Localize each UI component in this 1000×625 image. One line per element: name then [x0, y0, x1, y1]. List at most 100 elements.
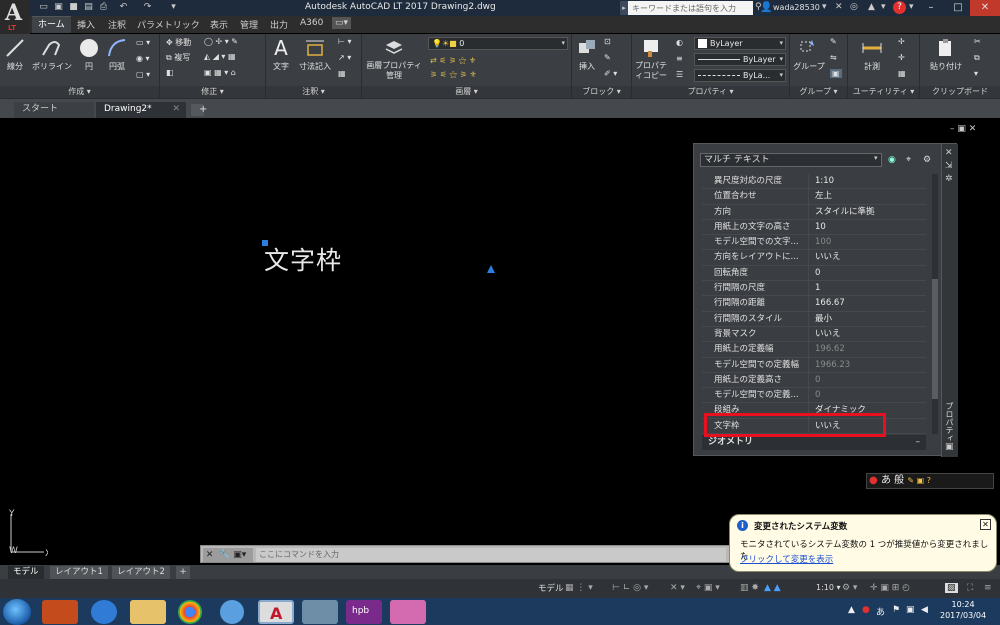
network-icon[interactable]: ▣ — [906, 605, 915, 615]
search-input[interactable]: キーワードまたは語句を入力 — [628, 1, 753, 15]
workspace-gear-icon[interactable]: ⚙ ▾ — [842, 583, 857, 593]
property-value[interactable]: 0 — [815, 373, 820, 388]
snap-icon[interactable]: ⊢ ∟ ◎ ▾ — [612, 583, 648, 593]
tab-manage[interactable]: 管理 — [240, 18, 258, 31]
property-value[interactable]: 左上 — [815, 189, 832, 204]
property-value[interactable]: 1 — [815, 281, 820, 296]
a360-icon[interactable]: ▲ — [868, 2, 875, 12]
property-value[interactable]: 1:10 — [815, 174, 834, 189]
connect-icon[interactable]: ◎ — [850, 2, 858, 12]
leader-icon[interactable]: ↗ ▾ — [338, 53, 351, 62]
print-icon[interactable]: ⎙ — [98, 2, 109, 13]
undo-icon[interactable]: ↶ — [118, 2, 129, 13]
move-button[interactable]: ✥ 移動 — [166, 37, 191, 48]
property-row[interactable]: モデル空間での定義... 0 — [702, 388, 926, 404]
status-tools-icons[interactable]: ✛ ▣ ⊞ ◴ — [870, 583, 910, 593]
create-block-icon[interactable]: ⊡ — [604, 37, 611, 46]
select-objects-icon[interactable]: ⌖ — [906, 155, 917, 166]
property-row[interactable]: 方向 スタイルに準拠 — [702, 204, 926, 220]
property-value[interactable]: スタイルに準拠 — [815, 205, 875, 220]
property-row[interactable]: 回転角度 0 — [702, 265, 926, 282]
clock[interactable]: 10:24 2017/03/04 — [940, 599, 986, 621]
chrome-icon[interactable] — [178, 600, 202, 624]
edit-block-icon[interactable]: ✎ — [604, 53, 611, 62]
lineweight-dropdown[interactable]: ByLayer — [694, 53, 786, 66]
tab-parametric[interactable]: パラメトリック — [137, 18, 200, 31]
palette-settings-icon[interactable]: ✲ — [945, 174, 953, 184]
balloon-close-button[interactable]: ✕ — [980, 519, 991, 530]
circle-button[interactable]: 円 — [76, 37, 102, 72]
ribbon-options-icon[interactable]: ▭▾ — [332, 17, 352, 29]
internet-explorer-icon[interactable] — [91, 600, 117, 624]
exchange-apps-icon[interactable]: ✕ — [835, 2, 843, 12]
autocad-taskbar-icon[interactable]: A — [258, 600, 294, 624]
hpb-icon[interactable]: hpb — [346, 600, 382, 624]
text-button[interactable]: A 文字 — [268, 37, 294, 72]
app-icon[interactable] — [390, 600, 426, 624]
property-value[interactable]: 10 — [815, 220, 826, 235]
search-expand-icon[interactable]: ▸ — [620, 1, 628, 15]
quick-select-icon[interactable]: ✛ — [898, 53, 905, 62]
ime-toolbar[interactable]: ● あ 般 ✎ ▣ ? — [866, 473, 994, 489]
stretch-icon[interactable]: ◧ — [166, 68, 174, 77]
balloon-link[interactable]: クリックして変更を表示 — [740, 553, 833, 565]
property-row[interactable]: モデル空間での定義幅 1966.23 — [702, 357, 926, 373]
property-value[interactable]: 196.62 — [815, 342, 845, 357]
customization-menu-icon[interactable]: ≡ — [984, 583, 992, 593]
geometry-section-header[interactable]: ジオメトリ – — [702, 435, 926, 450]
panel-title-groups[interactable]: グループ ▾ — [790, 86, 847, 98]
group-edit-icon[interactable]: ⇋ — [830, 53, 837, 62]
measure-button[interactable]: 計測 — [852, 37, 892, 72]
mirror-icon[interactable]: ◭ ◢ ▾ ▦ — [204, 52, 236, 61]
file-tab-start[interactable]: スタート — [14, 102, 94, 118]
line-button[interactable]: 線分 — [2, 37, 28, 72]
help-menu-chevron-icon[interactable]: ▾ — [909, 2, 914, 12]
save-as-icon[interactable]: ▤ — [83, 2, 94, 13]
property-row[interactable]: 用紙上の定義幅 196.62 — [702, 342, 926, 358]
minimize-button[interactable]: – — [916, 0, 946, 16]
quick-select-icon[interactable]: ⚙ — [923, 155, 934, 166]
panel-title-annotation[interactable]: 注釈 ▾ — [266, 86, 361, 98]
osnap-icon[interactable]: ⌖ ▣ ▾ — [696, 583, 720, 593]
user-icon[interactable]: 👤 — [760, 2, 772, 13]
action-center-icon[interactable]: ⚑ — [892, 605, 900, 615]
copy-button[interactable]: ⧉ 複写 — [166, 52, 190, 63]
tab-insert[interactable]: 挿入 — [77, 18, 95, 31]
object-type-chevron-icon[interactable]: ▾ — [874, 154, 882, 166]
property-value[interactable]: 0 — [815, 388, 820, 403]
fullscreen-icon[interactable]: ⛶ — [967, 583, 973, 593]
help-icon[interactable]: ? — [893, 1, 906, 14]
object-type-dropdown[interactable]: マルチ テキスト — [700, 153, 882, 167]
tab-a360[interactable]: A360 — [300, 18, 323, 28]
calculator-icon[interactable]: ▦ — [898, 69, 906, 78]
notification-icon[interactable]: ▨ — [945, 583, 958, 593]
linetype-dropdown[interactable]: ByLa... — [694, 69, 786, 82]
redo-icon[interactable]: ↷ — [142, 2, 153, 13]
arc-button[interactable]: 円弧 — [104, 37, 130, 72]
properties-scroll-thumb[interactable] — [932, 279, 938, 399]
property-value[interactable]: いいえ — [815, 250, 841, 265]
explorer-icon[interactable] — [130, 600, 166, 624]
boundary-icon[interactable]: ▢ ▾ — [136, 70, 150, 79]
polar-icon[interactable]: ✕ ▾ — [670, 583, 685, 593]
volume-icon[interactable]: ◀ — [921, 605, 928, 615]
layer-tools-row2[interactable]: ⚞ ⚟ ⚝ ⚞ ⚜ — [430, 70, 477, 80]
user-menu-chevron-icon[interactable]: ▾ — [822, 2, 827, 12]
id-point-icon[interactable]: ✢ — [898, 37, 905, 46]
panel-title-draw[interactable]: 作成 ▾ — [0, 86, 159, 98]
close-tab-icon[interactable]: ✕ — [172, 102, 180, 117]
ungroup-icon[interactable]: ✎ — [830, 37, 837, 46]
new-tab-button[interactable]: + — [191, 104, 207, 116]
property-value[interactable]: 166.67 — [815, 296, 845, 311]
dimension-button[interactable]: 寸法記入 — [296, 37, 334, 72]
layout-tab-2[interactable]: レイアウト2 — [112, 566, 170, 579]
property-value[interactable]: 1966.23 — [815, 358, 850, 373]
property-row[interactable]: 行間隔の距離 166.67 — [702, 296, 926, 312]
cut-icon[interactable]: ✂ — [974, 37, 981, 46]
layer-dropdown[interactable]: 💡☀■ 0 — [428, 37, 568, 50]
new-file-icon[interactable]: ▭ — [38, 2, 49, 13]
file-tab-drawing[interactable]: Drawing2* ✕ — [96, 102, 186, 118]
start-button[interactable] — [3, 599, 31, 625]
dim-style-icon[interactable]: ⊢ ▾ — [338, 37, 352, 46]
panel-title-utilities[interactable]: ユーティリティ ▾ — [848, 86, 919, 98]
